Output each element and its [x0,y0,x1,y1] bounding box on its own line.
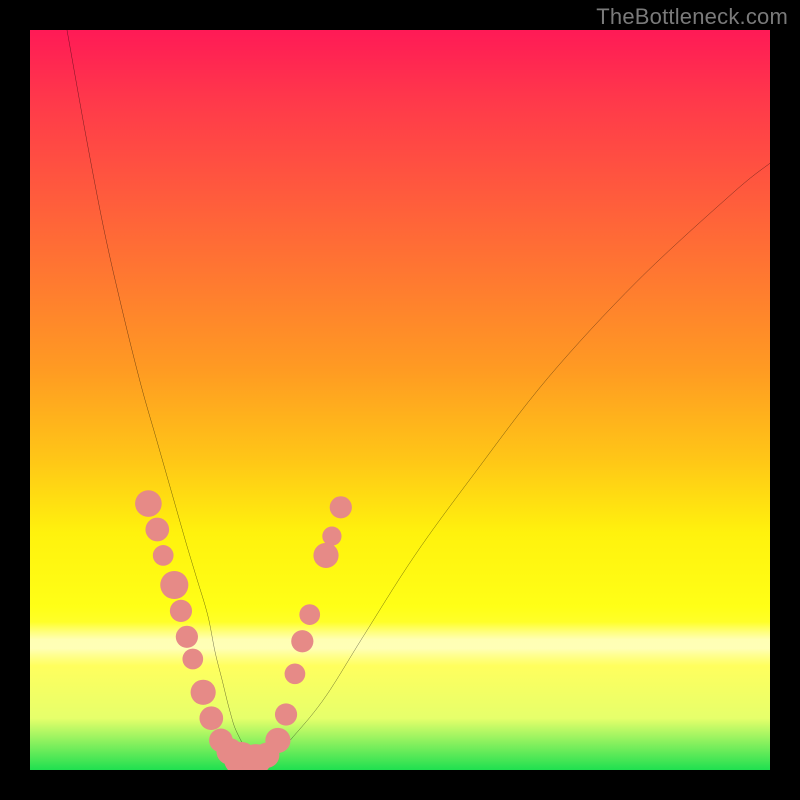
data-marker [330,496,352,518]
data-marker [160,571,188,599]
data-marker [182,649,203,670]
data-marker [285,663,306,684]
data-marker [265,728,290,753]
data-marker [135,490,162,517]
bottleneck-curve [67,30,770,758]
data-marker [291,630,313,652]
plot-area [30,30,770,770]
chart-frame: TheBottleneck.com [0,0,800,800]
data-marker [275,703,297,725]
watermark-label: TheBottleneck.com [596,4,788,30]
data-marker [191,680,216,705]
chart-svg [30,30,770,770]
data-marker [145,518,169,542]
data-marker [199,706,223,730]
data-marker [299,604,320,625]
data-marker [322,527,341,546]
data-marker [153,545,174,566]
data-markers [135,490,352,770]
data-marker [313,543,338,568]
data-marker [170,600,192,622]
data-marker [176,626,198,648]
